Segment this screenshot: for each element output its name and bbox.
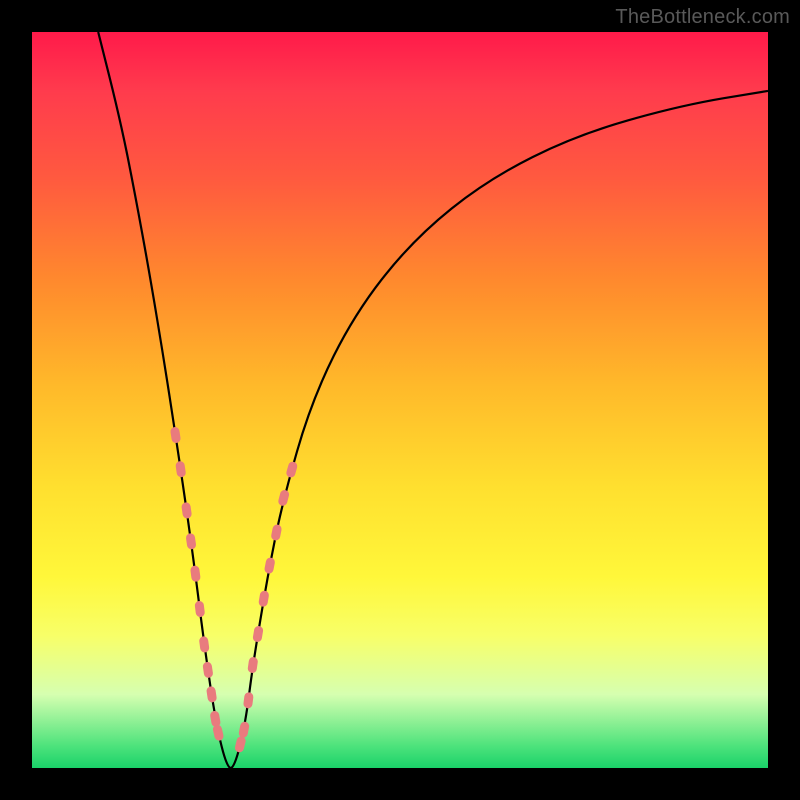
- data-marker: [243, 692, 254, 709]
- plot-area: [32, 32, 768, 768]
- data-marker: [258, 590, 270, 607]
- curve-overlay: [32, 32, 768, 768]
- data-marker: [202, 661, 213, 678]
- data-markers: [170, 426, 298, 753]
- data-marker: [247, 656, 258, 673]
- data-marker: [270, 524, 282, 541]
- watermark-text: TheBottleneck.com: [615, 6, 790, 29]
- data-marker: [277, 489, 290, 507]
- data-marker: [170, 426, 181, 443]
- data-marker: [212, 724, 224, 742]
- data-marker: [206, 686, 217, 703]
- data-marker: [199, 636, 210, 653]
- data-marker: [285, 461, 298, 479]
- data-marker: [264, 557, 276, 574]
- data-marker: [238, 721, 250, 738]
- data-marker: [175, 461, 186, 478]
- data-marker: [185, 533, 196, 550]
- data-marker: [234, 736, 247, 754]
- data-marker: [190, 565, 201, 582]
- data-marker: [252, 625, 264, 642]
- data-marker: [194, 601, 205, 618]
- data-marker: [181, 502, 192, 519]
- bottleneck-curve: [98, 32, 768, 768]
- data-marker: [209, 710, 221, 727]
- chart-frame: TheBottleneck.com: [0, 0, 800, 800]
